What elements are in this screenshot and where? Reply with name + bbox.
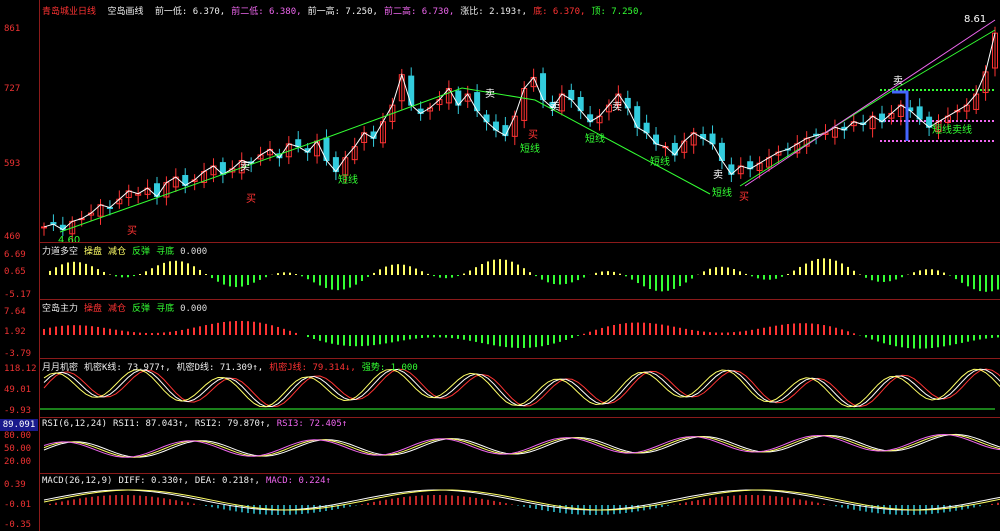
pane-title: 空岛主力: [42, 304, 79, 314]
pane-field: 机密K线: 73.977↑,: [84, 363, 171, 373]
short-marker: 短线: [520, 142, 540, 155]
candle-body: [624, 97, 631, 109]
header-field: 顶: 7.250,: [591, 7, 644, 17]
y-axis-line: [39, 0, 40, 531]
y-tick: 50.00: [4, 444, 32, 454]
y-tick: 7.64: [4, 307, 26, 317]
y-tick: 6.69: [4, 250, 26, 260]
candle-body: [295, 139, 302, 148]
sell-marker: 卖: [240, 161, 250, 173]
sell-marker: 卖: [550, 101, 560, 113]
pane-divider: [39, 299, 1000, 300]
main-header: 青岛城业日线 空岛画线 前一低: 6.370, 前二低: 6.380, 前一高: 7…: [42, 4, 656, 17]
buy-marker: 买: [127, 225, 137, 237]
pane-field: RSI3: 72.405↑: [276, 419, 348, 429]
y-tick: 0.39: [4, 480, 26, 490]
short-marker: 短线: [338, 173, 358, 186]
sell-marker: 卖: [485, 88, 495, 100]
macd-line: [43, 489, 1000, 511]
y-tick: 80.00: [4, 431, 32, 441]
sell-marker: 卖: [713, 169, 723, 181]
pane-field: 机密J线: 79.314↓,: [269, 363, 356, 373]
trend-line: [739, 29, 996, 187]
pane-field: 机密D线: 71.309↑,: [176, 363, 264, 373]
pane-field: DIFF: 0.330↑,: [118, 476, 189, 486]
buy-marker: 买: [246, 193, 256, 205]
pane-field: 反弹: [132, 304, 151, 314]
pane-field: 操盘: [84, 304, 103, 314]
y-tick: 118.12: [4, 364, 37, 374]
y-tick: 49.01: [4, 385, 32, 395]
pane-divider: [39, 358, 1000, 359]
pane-divider: [39, 473, 1000, 474]
short-marker: 短线: [650, 155, 670, 168]
candle-body: [483, 114, 490, 123]
pane-title: 力道多空: [42, 247, 79, 257]
buy-marker: 买: [739, 191, 749, 203]
kdj-line: [43, 368, 1000, 408]
pane-field: 操盘: [84, 247, 103, 257]
pane-field: DEA: 0.218↑,: [194, 476, 260, 486]
pane-field: 减仓: [108, 304, 127, 314]
pane-field: 强势: 1.000: [361, 363, 418, 373]
y-tick: -5.17: [4, 290, 32, 300]
pane-title: RSI(6,12,24): [42, 419, 108, 429]
high-price-label: 8.61: [964, 14, 986, 25]
pane-divider: [39, 242, 1000, 243]
y-tick: 0.65: [4, 267, 26, 277]
trend-line: [744, 19, 996, 187]
pane-field: RSI2: 79.870↑,: [194, 419, 271, 429]
header-field: 涨比: 2.193↑,: [460, 7, 528, 17]
header-field: 前一低: 6.370,: [154, 7, 226, 17]
y-tick: -3.79: [4, 349, 32, 359]
y-tick: -0.01: [4, 500, 32, 510]
pane-divider: [39, 417, 1000, 418]
cursor-value-box: 89.091: [0, 419, 38, 431]
y-tick: 861: [4, 24, 21, 34]
macd-line: [43, 489, 1000, 511]
y-tick: -9.93: [4, 406, 32, 416]
short-marker: 短线: [585, 132, 605, 145]
header-field: 前二高: 6.730,: [383, 7, 455, 17]
pane-title: MACD(26,12,9): [42, 476, 113, 486]
stock-title: 青岛城业日线: [42, 7, 97, 17]
price-line: [43, 33, 996, 231]
y-tick: 20.00: [4, 457, 32, 467]
pane-title: 月月机密: [42, 363, 79, 373]
y-tick: 1.92: [4, 327, 26, 337]
header-field: 空岛画线: [107, 7, 149, 17]
y-tick: 727: [4, 84, 21, 94]
sell-marker: 卖: [893, 75, 903, 87]
short-marker: 短线: [712, 186, 732, 199]
sell-marker: 卖: [612, 101, 622, 113]
header-field: 前二低: 6.380,: [231, 7, 302, 17]
header-field: 前一高: 7.250,: [307, 7, 378, 17]
pane-field: 反弹: [132, 247, 151, 257]
pane-field: 寻底: [156, 247, 175, 257]
candle-body: [41, 226, 47, 229]
pane-field: 0.000: [180, 247, 208, 257]
header-field: 底: 6.370,: [533, 7, 586, 17]
buy-marker: 买: [528, 129, 538, 141]
pane-field: 减仓: [108, 247, 127, 257]
y-tick: 593: [4, 159, 21, 169]
y-tick: 460: [4, 232, 21, 242]
y-tick: -0.35: [4, 520, 32, 530]
pane-field: 0.000: [180, 304, 208, 314]
kdj-line: [43, 368, 1000, 408]
pane-header: RSI(6,12,24) RSI1: 87.043↑, RSI2: 79.870↑,…: [42, 419, 353, 429]
chart-canvas: 买买买买卖卖卖 卖卖卖短线短线短线短线短线短线卖线8.614.60: [40, 14, 1000, 515]
pane-header: 月月机密 机密K线: 73.977↑, 机密D线: 71.309↑, 机密J线: 79…: [42, 360, 424, 373]
pane-field: 寻底: [156, 304, 175, 314]
pane-header: 空岛主力 操盘 减仓 反弹 寻底 0.000: [42, 301, 213, 314]
pane-header: 力道多空 操盘 减仓 反弹 寻底 0.000: [42, 244, 213, 257]
pane-field: RSI1: 87.043↑,: [113, 419, 189, 429]
pane-header: MACD(26,12,9) DIFF: 0.330↑, DEA: 0.218↑, MA…: [42, 476, 337, 486]
pane-field: MACD: 0.224↑: [265, 476, 331, 486]
short-sell-marker: 短线卖线: [932, 123, 972, 136]
